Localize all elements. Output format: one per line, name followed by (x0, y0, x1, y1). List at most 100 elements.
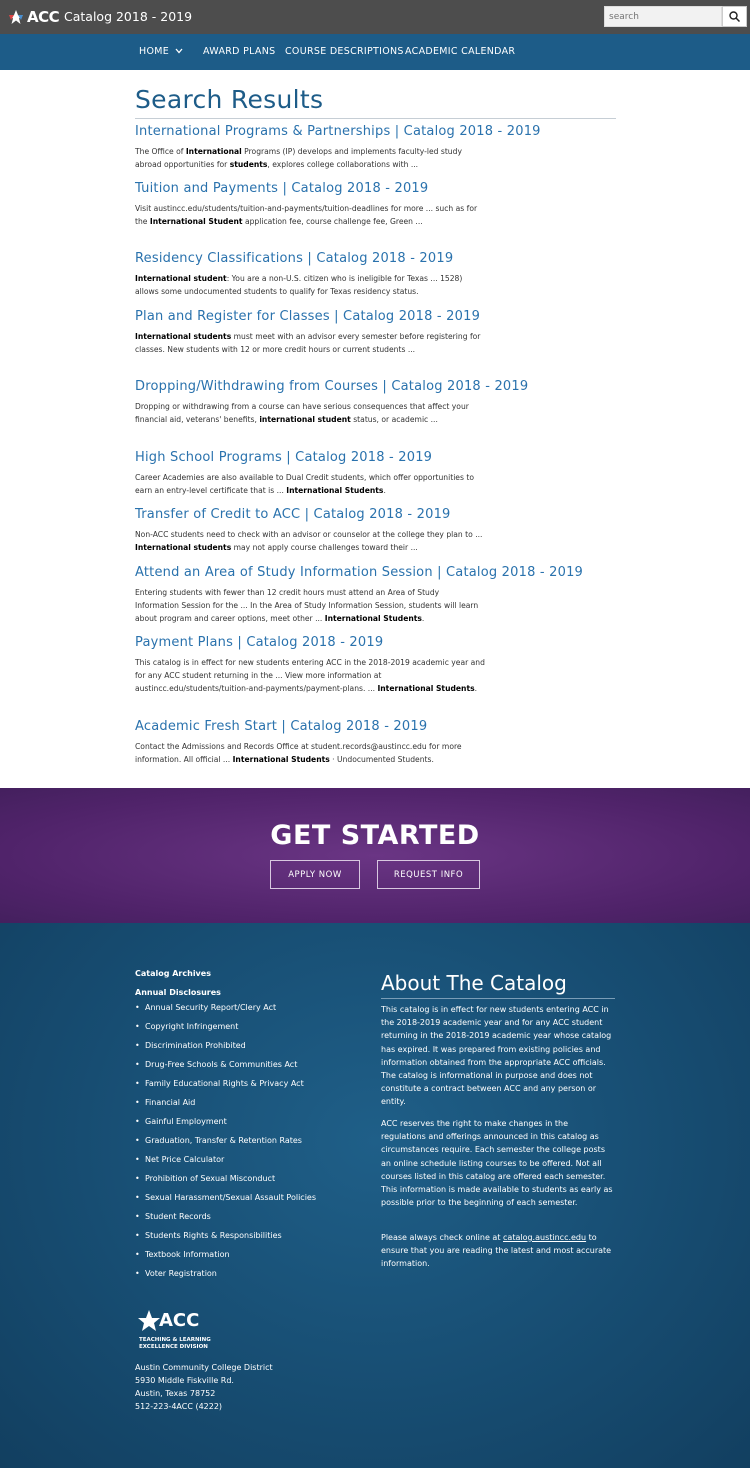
nav-item-home[interactable]: HOME (139, 46, 183, 57)
snippet-text: Non-ACC students need to check with an a… (135, 530, 483, 539)
disclosure-link[interactable]: Financial Aid (135, 1098, 316, 1117)
highlighted-term: International students (135, 332, 232, 341)
search-result: Academic Fresh Start | Catalog 2018 - 20… (135, 718, 595, 766)
highlighted-term: students (229, 160, 268, 170)
address-line: 5930 Middle Fiskville Rd. (135, 1376, 234, 1385)
about-paragraph-2: ACC reserves the right to make changes i… (381, 1119, 613, 1208)
snippet-text: · Undocumented Students. (329, 755, 434, 765)
snippet-text: The Office of (135, 147, 186, 156)
address-line: Austin Community College District (135, 1363, 273, 1372)
result-snippet: Contact the Admissions and Records Offic… (135, 740, 485, 766)
search-result: Residency Classifications | Catalog 2018… (135, 250, 595, 298)
about-paragraph-1: This catalog is in effect for new studen… (381, 1005, 612, 1107)
snippet-text: . (474, 684, 478, 694)
search-input[interactable] (604, 6, 722, 27)
apply-now-button[interactable]: APPLY NOW (270, 860, 360, 889)
disclosure-link[interactable]: Sexual Harassment/Sexual Assault Policie… (135, 1193, 316, 1212)
footer-logo-text: ACC (159, 1310, 200, 1331)
result-snippet: International student: You are a non-U.S… (135, 272, 485, 298)
footer-logo-sub2: EXCELLENCE DIVISION (139, 1344, 208, 1350)
get-started-title: GET STARTED (270, 820, 480, 851)
nav-item-academic-calendar[interactable]: ACADEMIC CALENDAR (405, 46, 515, 57)
snippet-text: may not apply course challenges toward t… (231, 543, 418, 553)
highlighted-term: International Students (377, 684, 475, 694)
result-title-link[interactable]: Tuition and Payments | Catalog 2018 - 20… (135, 180, 595, 197)
acc-logo[interactable]: ACC (8, 7, 60, 27)
highlighted-term: international student (259, 415, 351, 425)
disclosure-link[interactable]: Drug-Free Schools & Communities Act (135, 1060, 316, 1079)
disclosure-link[interactable]: Family Educational Rights & Privacy Act (135, 1079, 316, 1098)
result-title-link[interactable]: Dropping/Withdrawing from Courses | Cata… (135, 378, 595, 395)
result-title-link[interactable]: Transfer of Credit to ACC | Catalog 2018… (135, 506, 595, 523)
disclosure-link[interactable]: Textbook Information (135, 1250, 316, 1269)
snippet-text: status, or academic ... (350, 415, 438, 425)
result-title-link[interactable]: Academic Fresh Start | Catalog 2018 - 20… (135, 718, 595, 735)
disclosure-link[interactable]: Gainful Employment (135, 1117, 316, 1136)
annual-disclosures-heading: Annual Disclosures (135, 988, 221, 997)
main-nav: HOME AWARD PLANS COURSE DESCRIPTIONS ACA… (0, 34, 750, 70)
search-icon (729, 11, 740, 22)
address-line: Austin, Texas 78752 (135, 1389, 216, 1398)
nav-item-award-plans[interactable]: AWARD PLANS (203, 46, 275, 57)
catalog-archives-link[interactable]: Catalog Archives (135, 969, 211, 978)
search-result: Transfer of Credit to ACC | Catalog 2018… (135, 506, 595, 554)
logo-text: ACC (27, 8, 60, 26)
search-result: Plan and Register for Classes | Catalog … (135, 308, 595, 356)
result-title-link[interactable]: Payment Plans | Catalog 2018 - 2019 (135, 634, 595, 651)
snippet-text: . (421, 614, 425, 624)
address-line: 512-223-4ACC (4222) (135, 1402, 223, 1411)
result-snippet: The Office of International Programs (IP… (135, 145, 485, 171)
result-title-link[interactable]: Plan and Register for Classes | Catalog … (135, 308, 595, 325)
highlighted-term: International student (135, 274, 227, 283)
highlighted-term: International Student (149, 217, 243, 227)
snippet-text: . (383, 486, 386, 496)
about-divider (381, 998, 615, 999)
search-button[interactable] (722, 6, 747, 27)
footer (0, 923, 750, 1468)
result-snippet: Career Academies are also available to D… (135, 471, 485, 497)
catalog-link[interactable]: catalog.austincc.edu (503, 1233, 586, 1242)
star-logo-icon (9, 10, 23, 24)
search-result: Dropping/Withdrawing from Courses | Cata… (135, 378, 595, 426)
site-title[interactable]: Catalog 2018 - 2019 (64, 9, 192, 24)
request-info-button[interactable]: REQUEST INFO (377, 860, 480, 889)
snippet-text: , explores college collaborations with .… (267, 160, 419, 170)
page-title: Search Results (135, 85, 324, 114)
disclosures-list: Annual Security Report/Clery ActCopyrigh… (135, 1003, 316, 1288)
disclosure-link[interactable]: Net Price Calculator (135, 1155, 316, 1174)
result-snippet: International students must meet with an… (135, 330, 485, 356)
result-title-link[interactable]: High School Programs | Catalog 2018 - 20… (135, 449, 595, 466)
result-snippet: Entering students with fewer than 12 cre… (135, 586, 485, 625)
disclosure-link[interactable]: Discrimination Prohibited (135, 1041, 316, 1060)
disclosure-link[interactable]: Annual Security Report/Clery Act (135, 1003, 316, 1022)
search-result: Tuition and Payments | Catalog 2018 - 20… (135, 180, 595, 228)
nav-item-label: HOME (139, 46, 170, 57)
disclosure-link[interactable]: Student Records (135, 1212, 316, 1231)
disclosure-link[interactable]: Students Rights & Responsibilities (135, 1231, 316, 1250)
search-result: Payment Plans | Catalog 2018 - 2019 This … (135, 634, 595, 695)
footer-logo-subtitle: TEACHING & LEARNING EXCELLENCE DIVISION (139, 1337, 211, 1351)
disclosure-link[interactable]: Prohibition of Sexual Misconduct (135, 1174, 316, 1193)
result-snippet: This catalog is in effect for new studen… (135, 656, 485, 695)
nav-item-course-descriptions[interactable]: COURSE DESCRIPTIONS (285, 46, 404, 57)
about-catalog-title: About The Catalog (381, 971, 567, 995)
title-divider (135, 118, 616, 119)
result-title-link[interactable]: Attend an Area of Study Information Sess… (135, 564, 595, 581)
result-title-link[interactable]: Residency Classifications | Catalog 2018… (135, 250, 595, 267)
result-snippet: Visit austincc.edu/students/tuition-and-… (135, 202, 485, 228)
top-bar: ACC Catalog 2018 - 2019 (0, 0, 750, 34)
highlighted-term: International Students (286, 486, 384, 496)
about-p3-text: Please always check online at (381, 1233, 504, 1242)
highlighted-term: International Students (324, 614, 422, 624)
footer-logo-sub1: TEACHING & LEARNING (139, 1337, 211, 1343)
snippet-text: application fee, course challenge fee, G… (242, 217, 423, 227)
result-snippet: Dropping or withdrawing from a course ca… (135, 400, 485, 426)
search-result: High School Programs | Catalog 2018 - 20… (135, 449, 595, 497)
disclosure-link[interactable]: Copyright Infringement (135, 1022, 316, 1041)
get-started-banner: GET STARTED APPLY NOW REQUEST INFO (0, 788, 750, 923)
disclosure-link[interactable]: Graduation, Transfer & Retention Rates (135, 1136, 316, 1155)
disclosure-link[interactable]: Voter Registration (135, 1269, 316, 1288)
about-paragraph-3: Please always check online at catalog.au… (381, 1231, 615, 1271)
search-result: International Programs & Partnerships | … (135, 123, 595, 171)
result-title-link[interactable]: International Programs & Partnerships | … (135, 123, 595, 140)
